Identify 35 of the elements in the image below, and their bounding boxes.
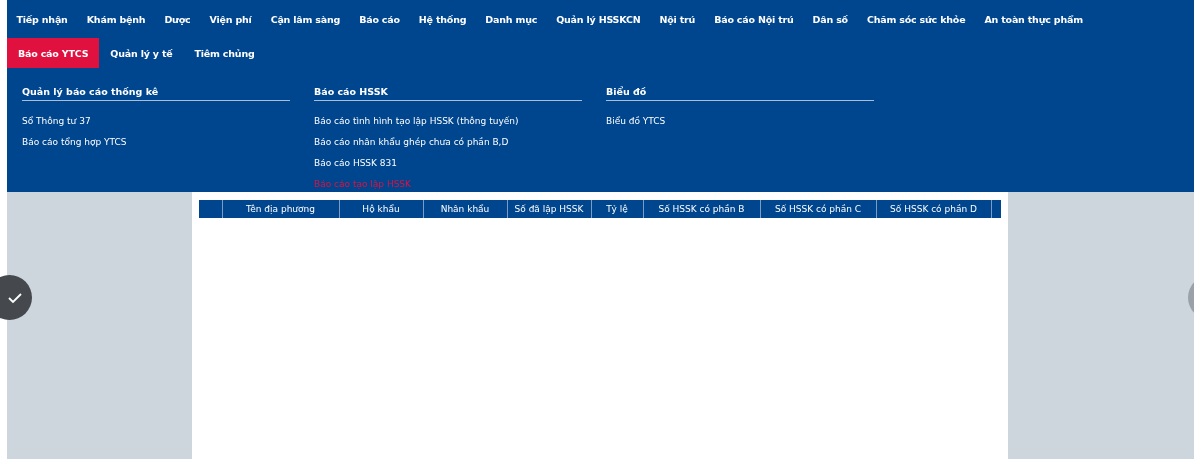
menu-tab[interactable]: An toàn thực phẩm	[974, 0, 1093, 38]
group-heading: Biểu đồ	[606, 86, 874, 101]
menu-tab[interactable]: Cận lâm sàng	[261, 0, 350, 38]
report-link[interactable]: Sổ Thông tư 37	[22, 116, 91, 126]
submenu-tab[interactable]: Tiêm chủng	[183, 38, 266, 68]
menu-tab[interactable]: Danh mục	[475, 0, 547, 38]
report-link[interactable]: Biểu đồ YTCS	[606, 116, 666, 126]
submenu-tab[interactable]: Báo cáo YTCS	[7, 38, 100, 68]
menu-tab[interactable]: Viện phí	[199, 0, 262, 38]
report-link[interactable]: Báo cáo tình hình tạo lập HSSK (thông tuyến)	[314, 116, 519, 126]
menu-tab[interactable]: Báo cáo Nội trú	[704, 0, 804, 38]
column-header: Nhân khẩu	[423, 200, 508, 218]
menu-tab[interactable]: Dân số	[803, 0, 858, 38]
column-header: Số HSSK có phần B	[643, 200, 761, 218]
column-header: Số HSSK có phần D	[876, 200, 992, 218]
report-link[interactable]: Báo cáo tổng hợp YTCS	[22, 137, 127, 147]
menu-tab[interactable]: Dược	[154, 0, 200, 38]
column-header: Tỷ lệ	[591, 200, 644, 218]
submenu-tab[interactable]: Quản lý y tế	[99, 38, 184, 68]
column-header: Tên địa phương	[222, 200, 340, 218]
menu-tab[interactable]: Chăm sóc sức khỏe	[857, 0, 975, 38]
menu-tab[interactable]: Tiếp nhận	[7, 0, 78, 38]
column-header: Số HSSK có phần C	[760, 200, 877, 218]
group-heading: Quản lý báo cáo thống kê	[22, 86, 290, 101]
menu-tab[interactable]: Hệ thống	[409, 0, 476, 38]
check-icon	[6, 291, 23, 304]
report-link[interactable]: Báo cáo nhân khẩu ghép chưa có phần B,D	[314, 137, 509, 147]
column-header: Hộ khẩu	[339, 200, 424, 218]
menu-tab[interactable]: Nội trú	[650, 0, 705, 38]
group-heading: Báo cáo HSSK	[314, 86, 582, 101]
menu-tab[interactable]: Báo cáo	[349, 0, 410, 38]
menu-tab[interactable]: Quản lý HSSKCN	[546, 0, 650, 38]
column-header: Số đã lập HSSK	[507, 200, 592, 218]
menu-tab[interactable]: Khám bệnh	[77, 0, 155, 38]
report-link[interactable]: Báo cáo HSSK 831	[314, 158, 398, 168]
